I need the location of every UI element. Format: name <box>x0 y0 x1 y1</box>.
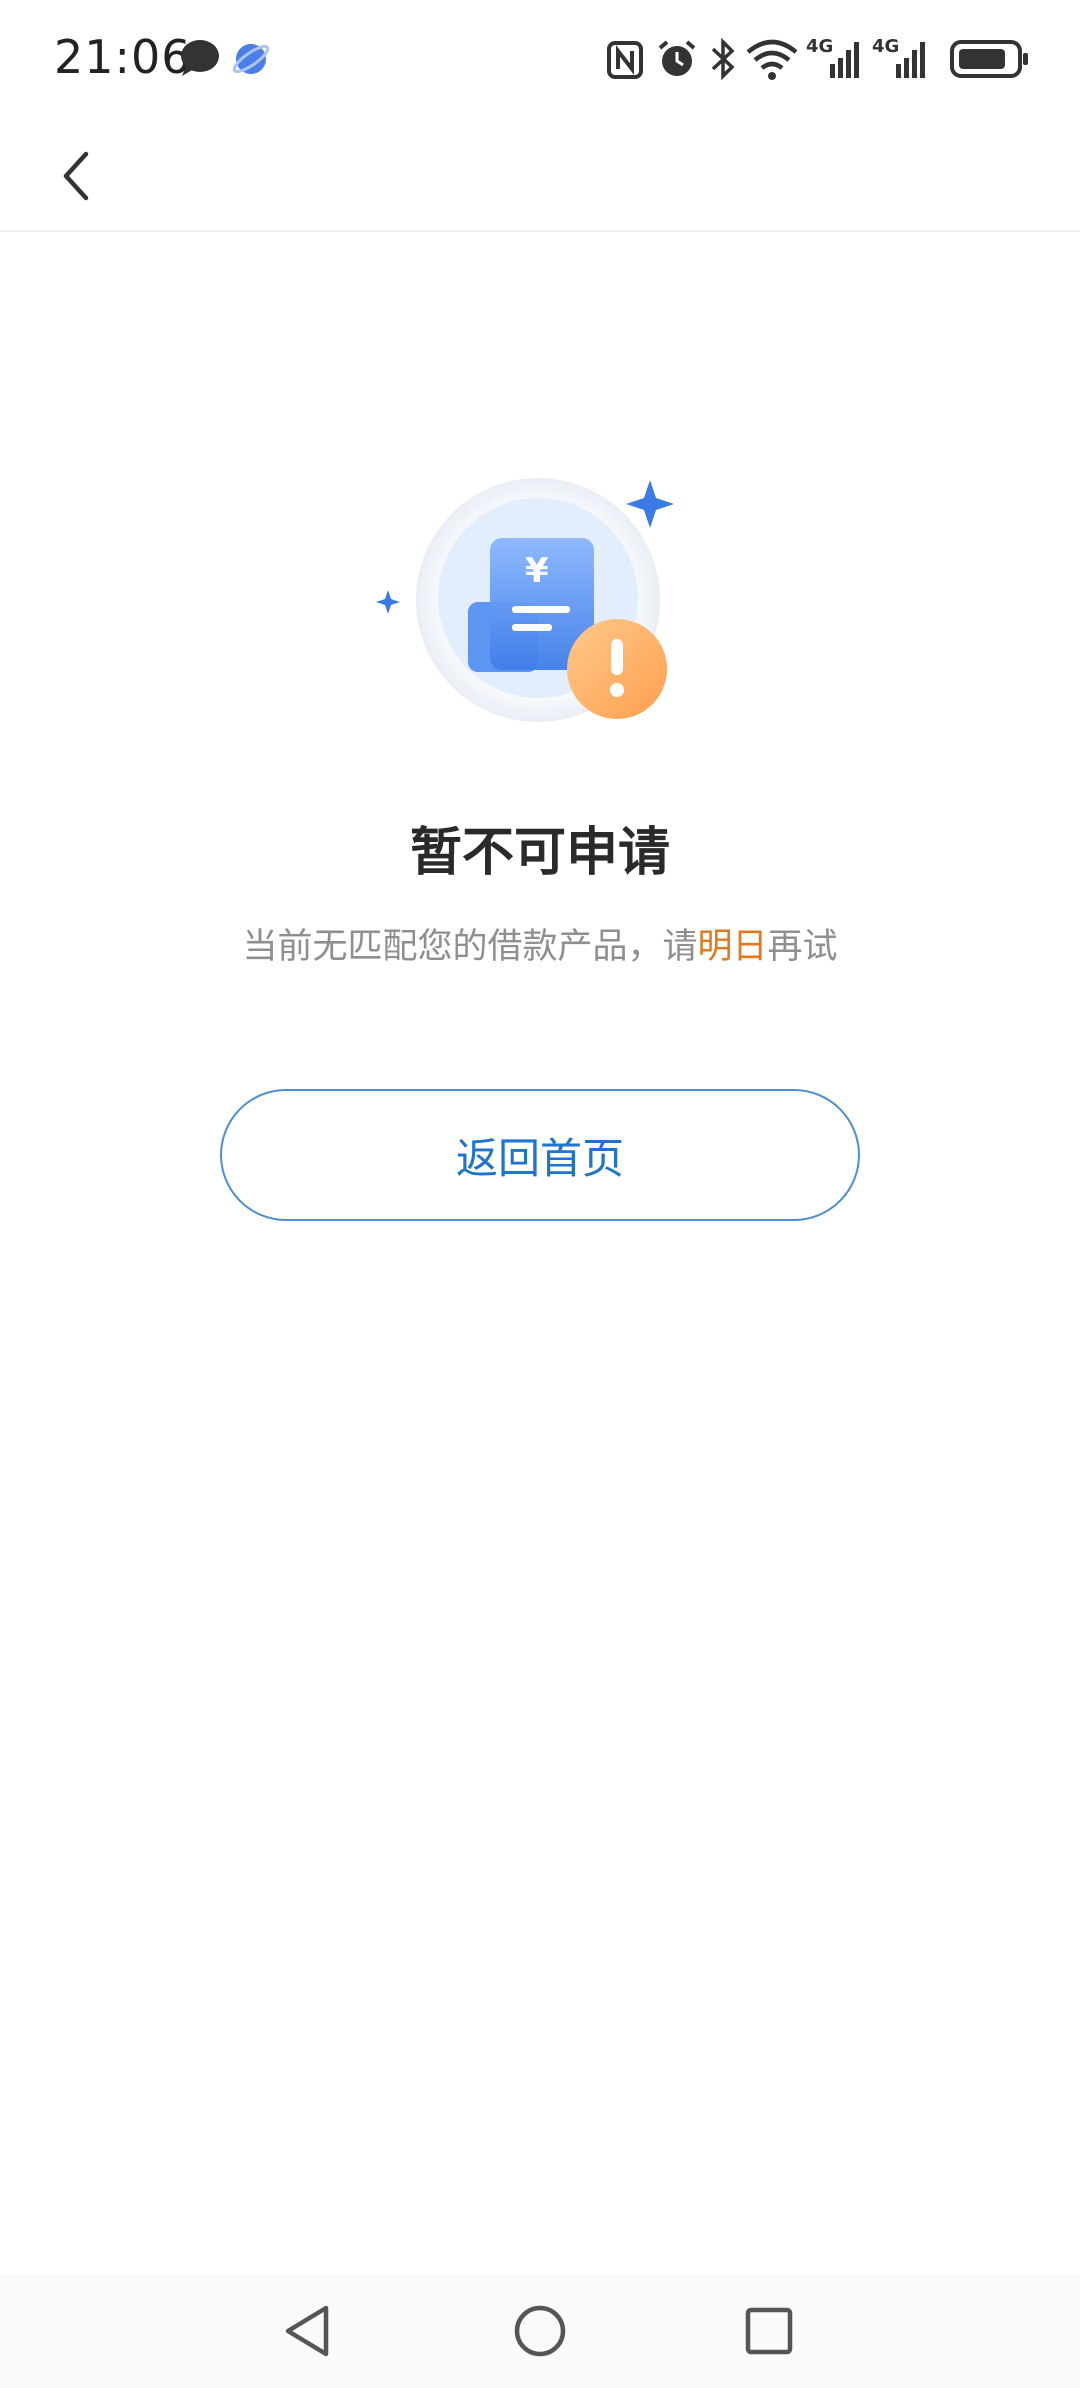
status-bar: 21:06 4G 4G <box>0 0 1080 118</box>
svg-text:¥: ¥ <box>525 551 549 591</box>
svg-text:4G: 4G <box>806 36 833 57</box>
return-home-label: 返回首页 <box>455 1133 624 1183</box>
signal-icon-2: 4G <box>872 36 925 78</box>
home-circle-icon[interactable] <box>505 2296 575 2366</box>
signal-icon: 4G <box>806 36 859 78</box>
screen: 21:06 4G 4G ¥ 暂不可申请 当前无匹配您的借款产品，请明日再试 返回… <box>0 0 1080 2388</box>
recents-square-icon[interactable] <box>734 2296 804 2366</box>
top-navbar <box>0 118 1080 232</box>
page-subtitle: 当前无匹配您的借款产品，请明日再试 <box>0 918 1080 969</box>
bluetooth-icon <box>711 37 735 81</box>
chat-bubble-icon <box>181 40 219 76</box>
back-triangle-icon[interactable] <box>274 2296 344 2366</box>
svg-text:4G: 4G <box>872 36 899 57</box>
subtitle-text-end: 再试 <box>767 927 838 967</box>
unavailable-illustration: ¥ <box>360 460 700 780</box>
status-time: 21:06 <box>54 30 192 84</box>
wifi-icon <box>746 39 798 80</box>
battery-icon <box>950 40 1028 78</box>
alarm-icon <box>658 40 696 76</box>
subtitle-text: 当前无匹配您的借款产品，请 <box>242 927 698 967</box>
nfc-icon <box>607 41 643 79</box>
planet-app-icon <box>232 44 270 74</box>
subtitle-highlight: 明日 <box>697 927 768 967</box>
system-nav-bar <box>0 2274 1080 2388</box>
page-title: 暂不可申请 <box>409 823 670 883</box>
chevron-left-icon <box>63 151 89 201</box>
back-button[interactable] <box>40 132 110 216</box>
return-home-button[interactable]: 返回首页 <box>220 1089 860 1221</box>
